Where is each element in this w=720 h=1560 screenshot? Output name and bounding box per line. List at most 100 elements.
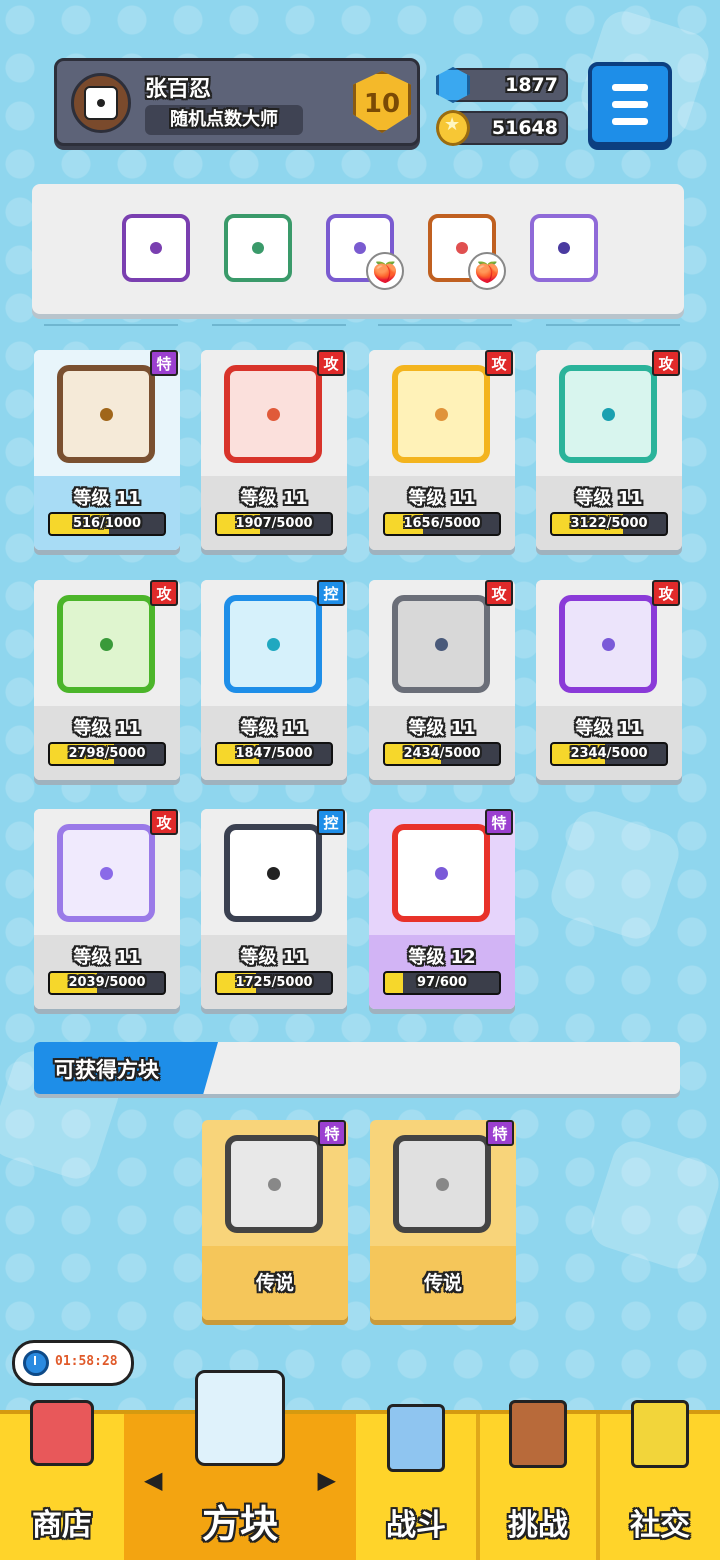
obtainable-section-header: 可获得方块 [34, 1042, 680, 1094]
block-level: 等级 11 [34, 943, 180, 969]
block-icon [57, 824, 155, 922]
nav-shop[interactable]: 商店 [0, 1400, 124, 1560]
equipped-slot-4[interactable]: 🍑 [428, 214, 506, 290]
avatar[interactable] [71, 73, 131, 133]
block-dot [602, 408, 615, 421]
block-dot [436, 1178, 449, 1191]
nav-social[interactable]: 社交 [600, 1400, 720, 1560]
shop-icon [30, 1400, 94, 1466]
level-label: 等级 [240, 488, 277, 509]
hamburger-icon [612, 101, 648, 108]
equipped-slot-2[interactable] [224, 214, 292, 282]
block-dot [602, 638, 615, 651]
upgrade-progress-bar: 1725/5000 [215, 971, 333, 995]
block-card[interactable]: 攻 等级 11 1656/5000 [369, 350, 515, 550]
equipped-slot-5[interactable] [530, 214, 598, 282]
type-tag: 特 [485, 809, 513, 835]
player-profile[interactable]: 张百忍 随机点数大师 10 [54, 58, 420, 146]
timer-text: 01:58:28 [55, 1354, 118, 1369]
block-dot [150, 242, 162, 254]
block-level: 等级 12 [369, 943, 515, 969]
nav-social-label: 社交 [630, 1508, 690, 1543]
type-tag: 控 [317, 809, 345, 835]
block-level: 等级 11 [34, 484, 180, 510]
block-dot [558, 242, 570, 254]
nav-challenge-label: 挑战 [508, 1508, 568, 1543]
equipped-deck: 🍑 🍑 [32, 184, 684, 314]
equipped-slot-3[interactable]: 🍑 [326, 214, 404, 290]
block-card[interactable]: 攻 等级 11 2344/5000 [536, 580, 682, 780]
heart-block-icon [393, 1135, 491, 1233]
progress-text: 1656/5000 [403, 516, 481, 531]
block-card[interactable]: 控 等级 11 1847/5000 [201, 580, 347, 780]
peach-icon: 🍑 [468, 252, 506, 290]
block-dot [267, 638, 280, 651]
progress-text: 2344/5000 [570, 746, 648, 761]
block-dot [100, 638, 113, 651]
type-tag: 特 [318, 1120, 346, 1146]
block-dot [435, 638, 448, 651]
level-label: 等级 [575, 718, 612, 739]
block-card[interactable]: 攻 等级 11 2434/5000 [369, 580, 515, 780]
bottom-navigation: 商店 ◀ ▶ 方块 战斗 挑战 社交 [0, 1370, 720, 1560]
progress-text: 1907/5000 [235, 516, 313, 531]
block-card[interactable]: 控 等级 11 1725/5000 [201, 809, 347, 1009]
challenge-icon [509, 1400, 567, 1468]
progress-text: 2434/5000 [403, 746, 481, 761]
obtainable-block-1[interactable]: 特 传说 [202, 1120, 348, 1320]
block-dot [100, 408, 113, 421]
block-level: 等级 11 [201, 484, 347, 510]
menu-button[interactable] [588, 62, 672, 146]
hamburger-icon [612, 118, 648, 125]
nav-battle[interactable]: 战斗 [356, 1404, 476, 1560]
block-level: 等级 11 [369, 484, 515, 510]
upgrade-progress-bar: 1656/5000 [383, 512, 501, 536]
block-card[interactable]: 攻 等级 11 3122/5000 [536, 350, 682, 550]
sword-shield-icon [387, 1404, 445, 1472]
type-tag: 攻 [652, 580, 680, 606]
block-card[interactable]: 特 等级 11 516/1000 [34, 350, 180, 550]
level-value: 11 [450, 488, 476, 509]
block-card[interactable]: 攻 等级 11 2798/5000 [34, 580, 180, 780]
type-tag: 攻 [485, 350, 513, 376]
upgrade-progress-bar: 516/1000 [48, 512, 166, 536]
upgrade-progress-bar: 2344/5000 [550, 742, 668, 766]
nav-challenge[interactable]: 挑战 [480, 1400, 596, 1560]
block-card[interactable]: 特 等级 12 97/600 [369, 809, 515, 1009]
nav-blocks[interactable]: ◀ ▶ 方块 [124, 1370, 356, 1560]
block-icon [392, 824, 490, 922]
gem-counter[interactable]: 1877 [436, 67, 568, 103]
level-value: 11 [282, 488, 308, 509]
block-icon [559, 365, 657, 463]
block-level: 等级 11 [536, 484, 682, 510]
level-label: 等级 [73, 947, 110, 968]
progress-text: 3122/5000 [570, 516, 648, 531]
type-tag: 攻 [652, 350, 680, 376]
progress-text: 516/1000 [72, 516, 142, 531]
level-value: 11 [282, 947, 308, 968]
equipped-slot-1[interactable] [122, 214, 190, 282]
arrow-left-icon[interactable]: ◀ [144, 1466, 162, 1494]
divider [212, 324, 346, 326]
type-tag: 控 [317, 580, 345, 606]
block-dot [354, 242, 366, 254]
coin-counter[interactable]: 51648 [436, 110, 568, 146]
block-level: 等级 11 [201, 943, 347, 969]
obtainable-block-2[interactable]: 特 传说 [370, 1120, 516, 1320]
arrow-right-icon[interactable]: ▶ [318, 1466, 336, 1494]
block-icon [392, 365, 490, 463]
block-icon [57, 595, 155, 693]
upgrade-progress-bar: 2434/5000 [383, 742, 501, 766]
block-card[interactable]: 攻 等级 11 2039/5000 [34, 809, 180, 1009]
upgrade-progress-bar: 97/600 [383, 971, 501, 995]
block-dot [267, 408, 280, 421]
upgrade-progress-bar: 1907/5000 [215, 512, 333, 536]
level-value: 11 [115, 718, 141, 739]
block-card[interactable]: 攻 等级 11 1907/5000 [201, 350, 347, 550]
level-value: 11 [617, 488, 643, 509]
player-name: 张百忍 [145, 77, 212, 102]
upgrade-progress-bar: 2039/5000 [48, 971, 166, 995]
level-label: 等级 [408, 718, 445, 739]
rank-badge-icon[interactable]: 10 [353, 71, 411, 133]
section-title: 可获得方块 [54, 1058, 159, 1082]
